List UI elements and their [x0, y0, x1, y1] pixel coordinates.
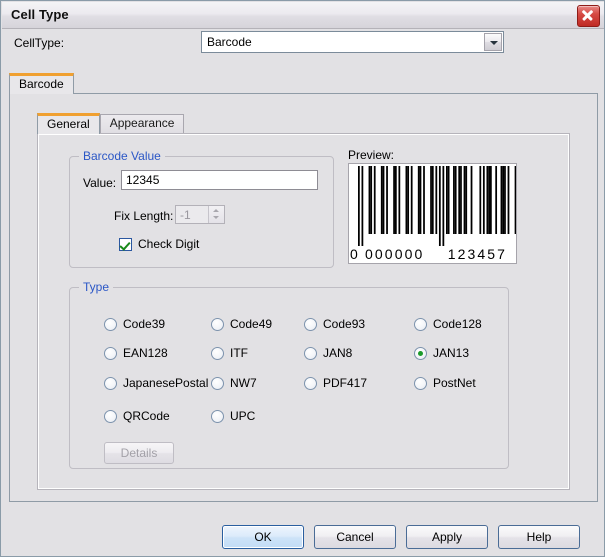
- radio-label: PDF417: [323, 376, 368, 390]
- checkbox-box: [119, 238, 132, 251]
- value-label: Value:: [83, 176, 117, 190]
- title-bar: Cell Type: [2, 2, 604, 29]
- radio-button-icon: [104, 410, 117, 423]
- radio-button-icon: [414, 318, 427, 331]
- preview-label: Preview:: [348, 148, 395, 162]
- radio-button-icon: [104, 377, 117, 390]
- radio-button-icon: [104, 318, 117, 331]
- radio-label: ITF: [230, 346, 248, 360]
- check-icon: [119, 239, 131, 251]
- radio-label: Code128: [433, 317, 482, 331]
- radio-label: Code49: [230, 317, 273, 331]
- radio-button-icon: [304, 318, 317, 331]
- value-input[interactable]: [121, 170, 318, 190]
- svg-text:0: 0: [350, 246, 358, 262]
- check-digit-label: Check Digit: [138, 237, 200, 251]
- type-group-title: Type: [79, 280, 114, 294]
- fix-length-stepper: -1: [175, 205, 225, 224]
- radio-button-icon: [104, 347, 117, 360]
- apply-button[interactable]: Apply: [406, 525, 488, 549]
- radio-label: EAN128: [123, 346, 168, 360]
- celltype-combobox-value: Barcode: [207, 35, 252, 49]
- radio-label: JapanesePostal: [123, 376, 209, 390]
- cell-type-dialog: Cell Type CellType: Barcode Barcode Gene…: [0, 0, 605, 557]
- radio-button-icon: [304, 347, 317, 360]
- chevron-down-icon: [490, 41, 498, 45]
- details-button[interactable]: Details: [104, 442, 174, 464]
- radio-button-icon: [211, 318, 224, 331]
- close-icon[interactable]: [577, 5, 600, 27]
- radio-label: UPC: [230, 409, 256, 423]
- tab-barcode[interactable]: Barcode: [9, 73, 74, 94]
- chevron-down-icon: [213, 216, 219, 219]
- barcode-value-group-title: Barcode Value: [79, 149, 165, 163]
- radio-button-icon: [211, 410, 224, 423]
- radio-label: NW7: [230, 376, 257, 390]
- radio-label: Code39: [123, 317, 166, 331]
- outer-tabstrip: Barcode: [9, 73, 74, 94]
- tab-appearance[interactable]: Appearance: [99, 114, 185, 134]
- celltype-combobox[interactable]: Barcode: [201, 31, 504, 53]
- window-title: Cell Type: [11, 7, 69, 22]
- inner-tabstrip: General Appearance: [37, 113, 185, 134]
- svg-text:000000: 000000: [365, 246, 424, 262]
- fix-length-value: -1: [180, 208, 191, 222]
- celltype-label: CellType:: [14, 36, 65, 50]
- fix-length-label: Fix Length:: [114, 209, 174, 223]
- radio-label: JAN13: [433, 346, 470, 360]
- svg-text:123457: 123457: [448, 246, 507, 262]
- radio-button-icon: [211, 347, 224, 360]
- radio-label: PostNet: [433, 376, 476, 390]
- help-button[interactable]: Help: [498, 525, 580, 549]
- tab-general[interactable]: General: [37, 113, 100, 134]
- radio-label: Code93: [323, 317, 366, 331]
- barcode-preview: 0 000000 123457: [348, 163, 517, 264]
- ok-button[interactable]: OK: [222, 525, 304, 549]
- radio-label: QRCode: [123, 409, 170, 423]
- radio-label: JAN8: [323, 346, 353, 360]
- radio-button-icon: [414, 377, 427, 390]
- fix-length-stepper-buttons: [208, 206, 224, 223]
- radio-button-icon: [211, 377, 224, 390]
- radio-button-icon: [414, 347, 427, 360]
- cancel-button[interactable]: Cancel: [314, 525, 396, 549]
- celltype-combobox-button[interactable]: [484, 33, 502, 51]
- celltype-row: CellType: Barcode: [1, 29, 604, 61]
- barcode-image: 0 000000 123457: [350, 166, 516, 262]
- chevron-up-icon: [213, 209, 219, 212]
- radio-button-icon: [304, 377, 317, 390]
